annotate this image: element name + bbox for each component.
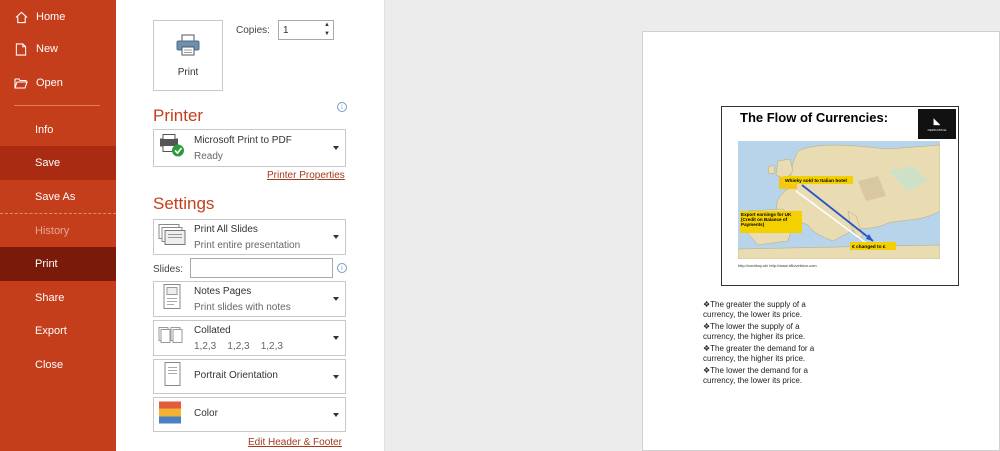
- info-icon[interactable]: i: [337, 263, 347, 273]
- settings-heading: Settings: [153, 194, 215, 213]
- new-document-icon: [14, 42, 28, 56]
- note-line: ❖The greater the demand for a currency, …: [703, 344, 815, 363]
- collated-icon: [158, 325, 186, 352]
- layout-title: Notes Pages: [194, 286, 252, 297]
- europe-map-image: Whisky sold to Italian hotel Export earn…: [738, 141, 940, 259]
- printer-status: Ready: [194, 151, 223, 162]
- orientation-title: Portrait Orientation: [194, 370, 278, 381]
- portrait-orientation-icon: [158, 361, 186, 392]
- sidebar-item-label: Close: [35, 359, 64, 371]
- chevron-down-icon: [333, 235, 339, 239]
- sidebar-item-export[interactable]: Export: [0, 314, 116, 348]
- note-line: ❖The greater the supply of a currency, t…: [703, 300, 806, 319]
- layout-select[interactable]: Notes Pages Print slides with notes: [153, 281, 346, 317]
- slides-range-icon: [158, 224, 186, 251]
- printer-icon: [176, 34, 200, 61]
- range-title: Print All Slides: [194, 224, 258, 235]
- copies-stepper[interactable]: 1 ▲ ▼: [278, 20, 334, 40]
- color-title: Color: [194, 408, 218, 419]
- sidebar-item-info[interactable]: Info: [0, 113, 116, 147]
- chevron-down-icon: [333, 374, 339, 379]
- printer-select[interactable]: Microsoft Print to PDF Ready: [153, 129, 346, 167]
- map-label-whisky: Whisky sold to Italian hotel: [785, 178, 847, 184]
- note-line: ❖The lower the demand for a currency, th…: [703, 366, 809, 385]
- range-subtitle: Print entire presentation: [194, 240, 301, 251]
- spin-up-icon[interactable]: ▲: [324, 22, 330, 28]
- chevron-down-icon: [333, 412, 339, 417]
- print-range-select[interactable]: Print All Slides Print entire presentati…: [153, 219, 346, 255]
- copies-value: 1: [283, 25, 289, 36]
- sidebar-item-label: Info: [35, 124, 54, 136]
- home-icon: [14, 10, 28, 24]
- printer-heading: Printer: [153, 106, 204, 125]
- preview-page: The Flow of Currencies: ◣ NEWCASTLE Whis…: [642, 31, 1000, 451]
- backstage-sidebar: Home New Open Info Save Save As History …: [0, 0, 116, 451]
- info-icon[interactable]: i: [337, 102, 347, 112]
- sidebar-item-save[interactable]: Save: [0, 146, 116, 180]
- slide-thumbnail: The Flow of Currencies: ◣ NEWCASTLE Whis…: [721, 106, 959, 286]
- sidebar-item-open[interactable]: Open: [0, 66, 116, 100]
- chevron-down-icon: [333, 146, 339, 150]
- chevron-down-icon: [333, 297, 339, 301]
- slide-credit: http://contboy.uk/ http://www.r8lovelslo…: [738, 263, 817, 268]
- orientation-select[interactable]: Portrait Orientation: [153, 359, 346, 394]
- collation-title: Collated: [194, 325, 231, 336]
- sidebar-item-home[interactable]: Home: [0, 0, 116, 34]
- sidebar-item-label: Home: [36, 11, 66, 23]
- printer-properties-link[interactable]: Printer Properties: [267, 170, 345, 181]
- sidebar-item-new[interactable]: New: [0, 32, 116, 66]
- sidebar-item-close[interactable]: Close: [0, 348, 116, 382]
- color-select[interactable]: Color: [153, 397, 346, 432]
- logo-mark-icon: ◣: [933, 115, 941, 126]
- layout-subtitle: Print slides with notes: [194, 302, 291, 313]
- collation-select[interactable]: Collated 1,2,3 1,2,3 1,2,3: [153, 320, 346, 356]
- sidebar-item-label: Export: [35, 325, 67, 337]
- sidebar-divider: [14, 105, 100, 106]
- sidebar-item-label: Save: [35, 157, 61, 169]
- sidebar-item-label: New: [36, 43, 59, 55]
- sidebar-item-label: Save As: [35, 191, 76, 203]
- sidebar-item-print[interactable]: Print: [0, 247, 116, 281]
- spin-down-icon[interactable]: ▼: [324, 31, 330, 37]
- slides-label: Slides:: [153, 264, 184, 275]
- sidebar-item-history[interactable]: History: [0, 214, 116, 248]
- collation-subtitle: 1,2,3 1,2,3 1,2,3: [194, 341, 283, 352]
- sidebar-item-label: Open: [36, 77, 63, 89]
- copies-label: Copies:: [236, 25, 270, 36]
- map-label-changed: € changed to £: [852, 244, 886, 250]
- sidebar-item-label: History: [35, 225, 70, 237]
- print-button-label: Print: [177, 66, 199, 78]
- print-button[interactable]: Print: [153, 20, 223, 91]
- slide-title: The Flow of Currencies:: [740, 110, 889, 125]
- note-line: ❖The lower the supply of a currency, the…: [703, 322, 806, 341]
- notes-page-icon: [158, 284, 186, 315]
- sidebar-item-share[interactable]: Share: [0, 281, 116, 315]
- printer-ready-icon: [158, 133, 186, 164]
- edit-header-footer-link[interactable]: Edit Header & Footer: [248, 437, 342, 448]
- folder-open-icon: [14, 76, 28, 90]
- print-settings-panel: Print Copies: 1 ▲ ▼ Printer i Microsoft …: [116, 0, 384, 451]
- map-label-export: Export earnings for UK (Credit on Balanc…: [741, 212, 792, 227]
- chevron-down-icon: [333, 336, 339, 340]
- university-logo: ◣ NEWCASTLE: [918, 109, 956, 139]
- printer-name: Microsoft Print to PDF: [194, 135, 292, 146]
- logo-text: NEWCASTLE: [927, 127, 947, 132]
- sidebar-item-label: Print: [35, 258, 58, 270]
- color-icon: [158, 400, 182, 429]
- sidebar-item-save-as[interactable]: Save As: [0, 180, 116, 214]
- slides-input[interactable]: [190, 258, 333, 278]
- sidebar-item-label: Share: [35, 292, 65, 304]
- speaker-notes: ❖The greater the supply of a currency, t…: [703, 300, 823, 388]
